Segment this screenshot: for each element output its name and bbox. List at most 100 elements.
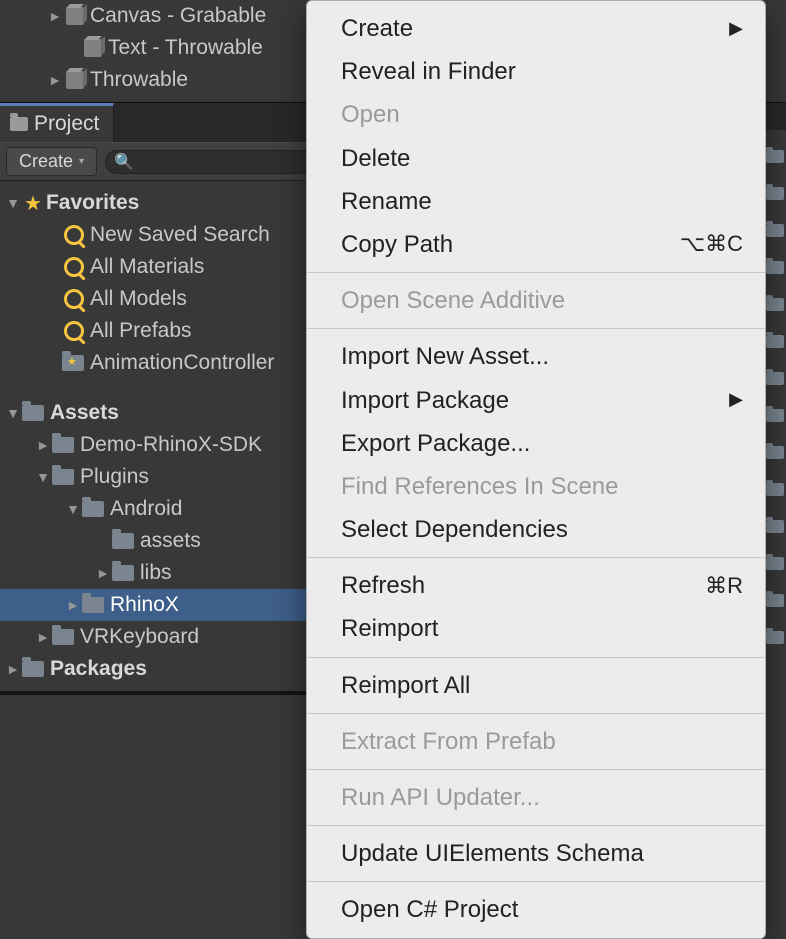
folder-icon [766, 483, 784, 496]
menu-item[interactable]: Export Package... [307, 422, 765, 465]
search-icon [64, 289, 84, 309]
expand-arrow-icon: ► [96, 565, 110, 581]
expand-arrow-icon: ► [6, 661, 20, 677]
folder-icon [766, 150, 784, 163]
folder-icon [82, 597, 104, 613]
menu-label: Import New Asset... [341, 341, 549, 372]
expand-arrow-icon: ► [66, 597, 80, 613]
menu-shortcut: ⌘R [705, 572, 743, 601]
folder-icon [52, 437, 74, 453]
menu-item: Run API Updater... [307, 776, 765, 819]
expand-arrow-icon: ► [48, 8, 62, 24]
menu-item[interactable]: Delete [307, 137, 765, 180]
menu-separator [307, 657, 765, 658]
favorite-label: All Models [90, 287, 187, 311]
folder-star-icon [62, 355, 84, 371]
hierarchy-label: Throwable [90, 68, 188, 92]
menu-item[interactable]: Rename [307, 180, 765, 223]
menu-item[interactable]: Reimport [307, 607, 765, 650]
menu-label: Find References In Scene [341, 471, 619, 502]
gameobject-icon [66, 71, 84, 89]
star-icon: ★ [24, 191, 42, 216]
expand-arrow-icon: ▼ [6, 195, 20, 211]
menu-separator [307, 272, 765, 273]
menu-label: Update UIElements Schema [341, 838, 644, 869]
menu-item: Extract From Prefab [307, 720, 765, 763]
menu-label: Export Package... [341, 428, 530, 459]
menu-item: Open [307, 93, 765, 136]
menu-item[interactable]: Open C# Project [307, 888, 765, 931]
project-icon [10, 117, 28, 131]
folder-icon [766, 520, 784, 533]
expand-arrow-icon: ▼ [66, 501, 80, 517]
expand-arrow-icon: ▼ [6, 405, 20, 421]
tab-project[interactable]: Project [0, 103, 114, 142]
menu-label: Open C# Project [341, 894, 518, 925]
favorites-title: Favorites [46, 191, 139, 215]
favorite-label: AnimationController [90, 351, 274, 375]
search-icon [64, 257, 84, 277]
menu-item[interactable]: Reveal in Finder [307, 50, 765, 93]
folder-icon [766, 594, 784, 607]
context-menu: Create ▶ Reveal in Finder OpenDelete Rename C… [306, 0, 766, 939]
folder-icon [766, 298, 784, 311]
menu-item: Find References In Scene [307, 465, 765, 508]
folder-label: Demo-RhinoX-SDK [80, 433, 262, 457]
menu-item[interactable]: Refresh ⌘R [307, 564, 765, 607]
tab-label: Project [34, 112, 99, 136]
search-icon [64, 225, 84, 245]
menu-item[interactable]: Import New Asset... [307, 335, 765, 378]
folder-icon [112, 565, 134, 581]
menu-label: Create [341, 13, 413, 44]
folder-icon [766, 409, 784, 422]
favorite-label: All Materials [90, 255, 204, 279]
expand-arrow-icon: ► [36, 437, 50, 453]
menu-label: Refresh [341, 570, 425, 601]
menu-label: Reimport All [341, 670, 470, 701]
submenu-arrow-icon: ▶ [729, 388, 743, 411]
menu-label: Reveal in Finder [341, 56, 516, 87]
menu-item[interactable]: Import Package ▶ [307, 379, 765, 422]
expand-arrow-icon: ► [48, 72, 62, 88]
folder-label: Android [110, 497, 182, 521]
favorite-label: All Prefabs [90, 319, 192, 343]
menu-label: Open Scene Additive [341, 285, 565, 316]
menu-label: Run API Updater... [341, 782, 540, 813]
menu-separator [307, 557, 765, 558]
menu-label: Rename [341, 186, 432, 217]
folder-icon [52, 629, 74, 645]
folder-icon [766, 224, 784, 237]
hierarchy-label: Canvas - Grabable [90, 4, 266, 28]
menu-label: Import Package [341, 385, 509, 416]
gameobject-icon [66, 7, 84, 25]
folder-icon [766, 631, 784, 644]
gameobject-icon [84, 39, 102, 57]
submenu-arrow-icon: ▶ [729, 17, 743, 40]
hierarchy-label: Text - Throwable [108, 36, 263, 60]
menu-item: Open Scene Additive [307, 279, 765, 322]
folder-icon [766, 446, 784, 459]
menu-separator [307, 881, 765, 882]
folder-label: RhinoX [110, 593, 179, 617]
folder-icon [112, 533, 134, 549]
menu-item[interactable]: Update UIElements Schema [307, 832, 765, 875]
expand-arrow-icon: ▼ [36, 469, 50, 485]
folder-label: assets [140, 529, 201, 553]
favorite-label: New Saved Search [90, 223, 270, 247]
menu-item[interactable]: Copy Path⌥⌘C [307, 223, 765, 266]
menu-item[interactable]: Select Dependencies [307, 508, 765, 551]
menu-label: Select Dependencies [341, 514, 568, 545]
menu-separator [307, 769, 765, 770]
create-button[interactable]: Create ▾ [6, 147, 97, 176]
menu-item[interactable]: Create ▶ [307, 7, 765, 50]
menu-separator [307, 713, 765, 714]
folder-label: VRKeyboard [80, 625, 199, 649]
search-icon: 🔍 [114, 152, 134, 172]
folder-label: Plugins [80, 465, 149, 489]
packages-title: Packages [50, 657, 147, 681]
folder-icon [766, 557, 784, 570]
assets-title: Assets [50, 401, 119, 425]
folder-icon [22, 405, 44, 421]
menu-item[interactable]: Reimport All [307, 664, 765, 707]
folder-label: libs [140, 561, 172, 585]
